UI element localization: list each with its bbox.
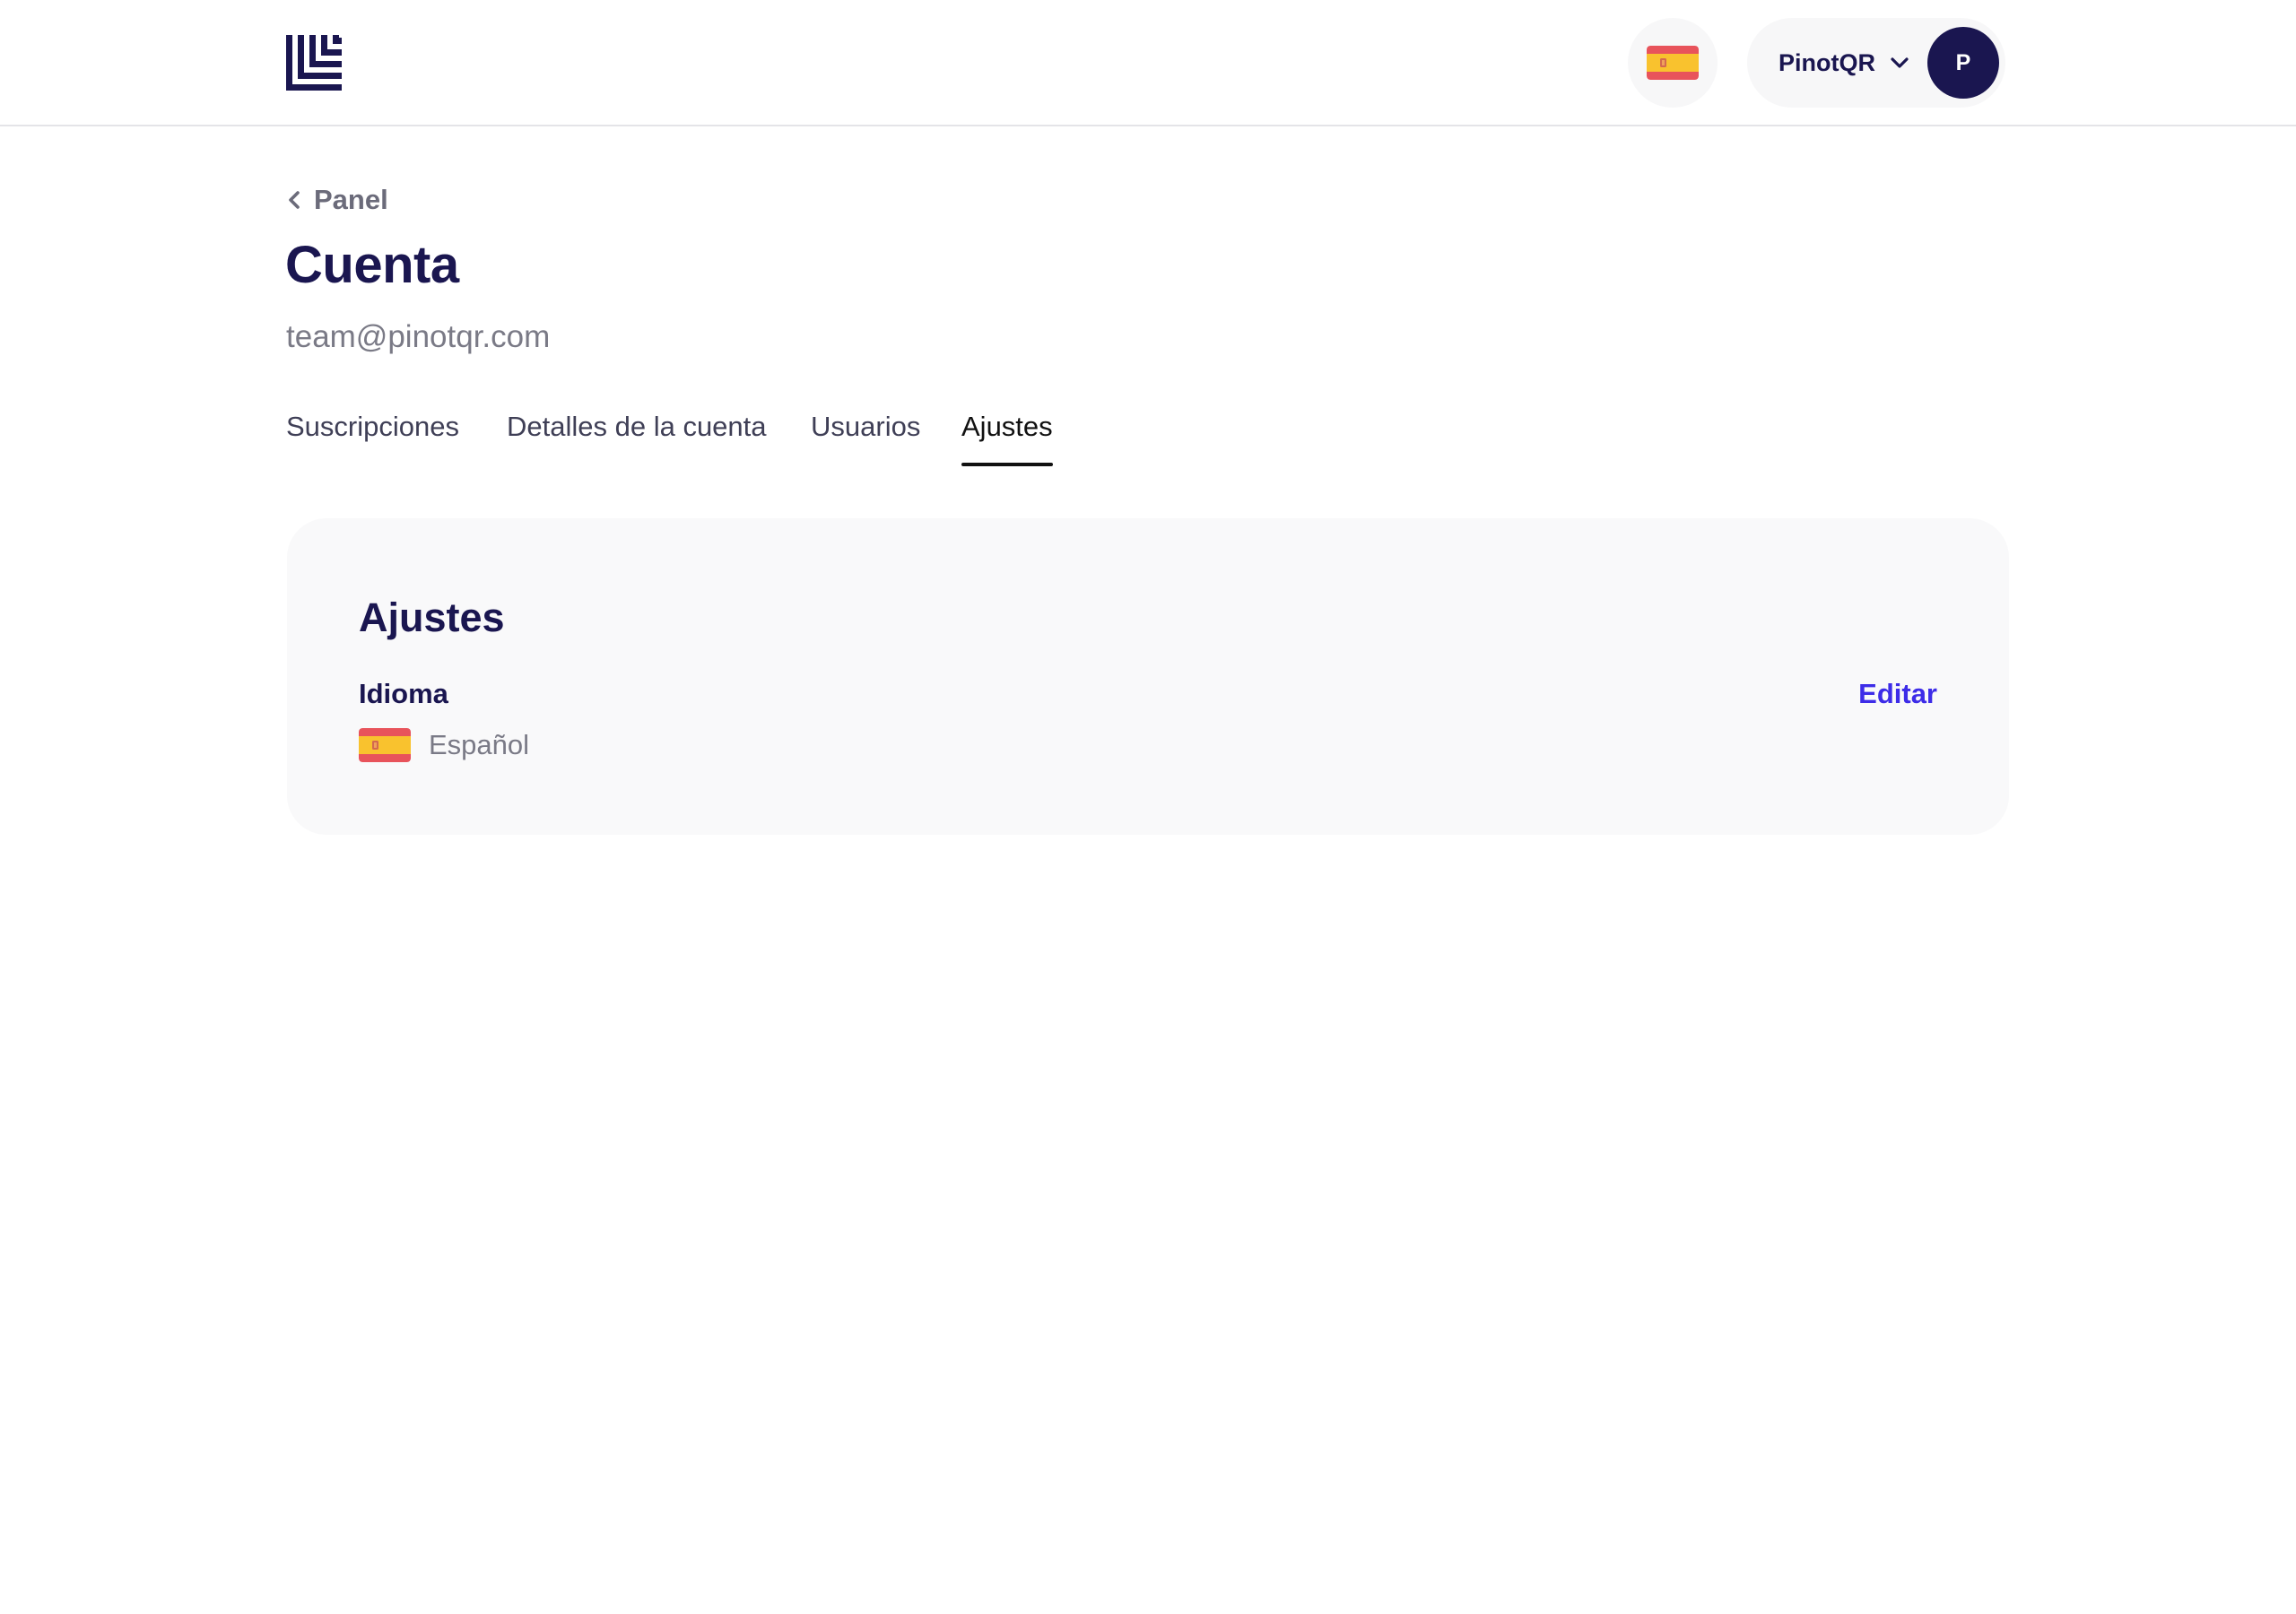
tab-detalles-de-la-cuenta[interactable]: Detalles de la cuenta [507, 411, 767, 466]
account-name: PinotQR [1779, 49, 1875, 76]
language-field-label: Idioma [359, 678, 448, 709]
language-switcher-button[interactable] [1628, 18, 1718, 108]
spain-flag-icon [1647, 46, 1699, 80]
tab-usuarios[interactable]: Usuarios [811, 411, 920, 466]
language-value: Español [429, 729, 530, 760]
settings-card-title: Ajustes [359, 594, 505, 640]
edit-language-button[interactable]: Editar [1858, 678, 1937, 710]
back-to-panel-link[interactable]: Panel [285, 182, 388, 218]
current-language: Español [359, 726, 529, 764]
settings-card: Ajustes Idioma Editar Español [287, 518, 2009, 835]
chevron-down-icon [1891, 57, 1909, 68]
app-logo-icon[interactable] [286, 35, 342, 91]
spain-flag-icon [359, 728, 411, 762]
account-email: team@pinotqr.com [286, 319, 551, 354]
avatar-initial: P [1955, 49, 1971, 75]
tab-ajustes[interactable]: Ajustes [961, 411, 1053, 466]
top-navigation-bar: PinotQR P [0, 0, 2296, 126]
page-title: Cuenta [285, 236, 459, 294]
avatar: P [1927, 27, 1999, 99]
tab-suscripciones[interactable]: Suscripciones [286, 411, 459, 466]
chevron-left-icon [289, 191, 300, 209]
account-menu-button[interactable]: PinotQR P [1747, 18, 2005, 108]
back-link-label: Panel [314, 184, 388, 215]
